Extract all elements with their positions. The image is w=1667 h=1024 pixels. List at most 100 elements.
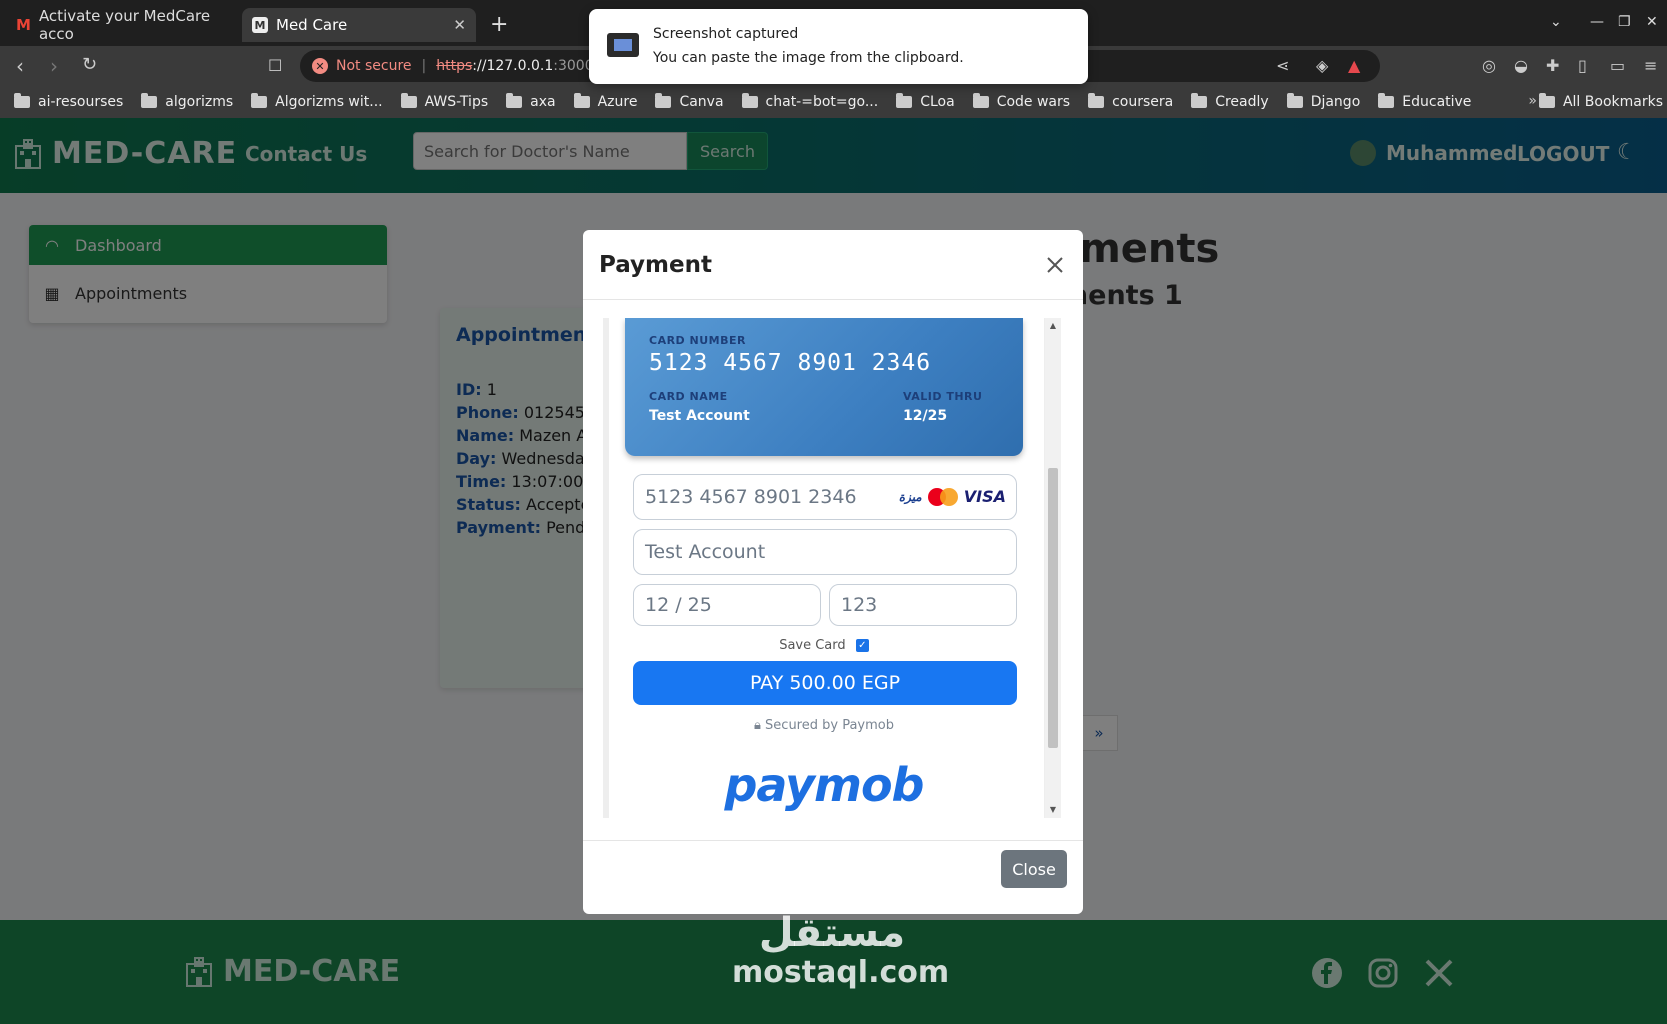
bookmark-label: AWS-Tips [424,94,489,110]
card-name-input[interactable]: Test Account [633,529,1017,575]
share-icon[interactable]: ⋖ [1276,56,1289,75]
bookmark-folder[interactable]: Code wars [972,93,1070,110]
browser-tab-gmail[interactable]: M Activate your MedCare acco [6,7,238,43]
folder-icon [972,93,989,108]
bookmark-folder[interactable]: Canva [655,93,724,110]
minimize-icon[interactable]: — [1590,14,1604,30]
bookmark-folder[interactable]: Algorizms wit... [251,93,383,110]
screenshot-icon [607,33,639,57]
modal-footer: Close [583,840,1083,914]
folder-icon [141,93,158,108]
new-tab-icon[interactable]: + [490,12,508,37]
gmail-icon: M [16,16,31,34]
reload-icon[interactable]: ↻ [82,54,97,75]
url-separator: | [421,58,427,74]
bookmark-label: algorizms [165,94,234,110]
secured-by-label: Secured by Paymob [765,718,894,733]
folder-icon [506,93,523,108]
bookmark-label: Azure [597,94,638,110]
mastercard-logo-icon [927,487,958,506]
back-icon[interactable]: ‹ [16,54,24,78]
notification-title: Screenshot captured [653,26,799,42]
close-button[interactable]: Close [1001,850,1067,888]
bookmark-folder[interactable]: Azure [573,93,638,110]
tab-label: Activate your MedCare acco [38,7,211,43]
bookmark-folder[interactable]: CLoa [896,93,955,110]
save-card-row: Save Card ✓ [603,638,1045,653]
brave-rewards-icon[interactable]: ▲ [1348,56,1360,75]
card-brands: ميزة VISA [899,487,1006,506]
paymob-iframe: CARD NUMBER 5123 4567 8901 2346 CARD NAM… [603,318,1045,818]
save-card-label: Save Card [779,638,846,653]
restore-icon[interactable]: ❐ [1618,14,1631,30]
valid-thru-label: VALID THRU [903,390,983,403]
window-close-icon[interactable]: ✕ [1646,14,1658,30]
bookmark-label: CLoa [920,94,955,110]
folder-icon [14,93,30,108]
brave-shield-icon[interactable]: ◈ [1316,56,1328,75]
paymob-logo: paymob [724,758,924,812]
save-card-checkbox[interactable]: ✓ [855,639,869,652]
mostaql-watermark: مستقل mostaql.com [732,910,949,990]
card-number-preview: 5123 4567 8901 2346 [649,350,932,376]
folder-icon [251,93,268,108]
expiry-value: 12 / 25 [645,594,712,616]
tab-close-icon[interactable]: ✕ [453,16,466,34]
card-name-label: CARD NAME [649,390,728,403]
meeza-logo-icon: ميزة [898,489,922,504]
folder-icon [741,93,758,108]
extension-icon-2[interactable]: ◒ [1514,56,1528,75]
bookmark-label: Canva [679,94,724,110]
bookmark-label: axa [530,94,556,110]
bookmark-folder[interactable]: Django [1286,93,1361,110]
bookmark-icon[interactable]: ☐ [268,56,282,75]
bookmark-label: chat-=bot=go... [765,94,879,110]
valid-thru-preview: 12/25 [903,408,948,424]
modal-header: Payment [583,230,1083,300]
extension-icon-1[interactable]: ◎ [1482,56,1496,75]
bookmark-folder[interactable]: Creadly [1191,93,1269,110]
bookmark-folder[interactable]: Educative [1378,93,1471,110]
medcare-favicon-icon: M [252,17,268,33]
card-number-label: CARD NUMBER [649,334,746,347]
all-bookmarks[interactable]: All Bookmarks [1538,86,1663,118]
url-host: ://127.0.0.1 [472,58,554,74]
forward-icon[interactable]: › [50,54,58,78]
folder-icon [1538,93,1555,108]
close-icon[interactable] [1043,253,1067,277]
wallet-icon[interactable]: ▭ [1610,56,1625,75]
scroll-down-icon[interactable]: ▼ [1045,802,1061,818]
bookmark-label: Django [1310,94,1361,110]
scroll-up-icon[interactable]: ▲ [1045,318,1061,334]
iframe-scrollbar[interactable]: ▲ ▼ [1045,318,1061,818]
secured-by: 🔒︎ Secured by Paymob [603,718,1045,733]
expiry-input[interactable]: 12 / 25 [633,584,821,626]
pay-button[interactable]: PAY 500.00 EGP [633,661,1017,705]
sidebar-toggle-icon[interactable]: ▯ [1578,56,1587,75]
scroll-thumb[interactable] [1048,468,1058,748]
tab-search-chevron-icon[interactable]: ⌄ [1550,14,1562,30]
folder-icon [1088,93,1105,108]
card-name-value: Test Account [645,541,766,563]
browser-tab-medcare[interactable]: M Med Care ✕ [242,8,476,42]
menu-icon[interactable]: ≡ [1644,56,1657,75]
bookmark-folder[interactable]: algorizms [141,93,234,110]
security-label: Not secure [336,58,412,74]
bookmark-folder[interactable]: AWS-Tips [400,93,489,110]
bookmark-folder[interactable]: axa [506,93,556,110]
card-number-value: 5123 4567 8901 2346 [645,486,857,508]
not-secure-icon: ✕ [312,58,328,74]
bookmark-folder[interactable]: chat-=bot=go... [741,93,879,110]
folder-icon [655,93,672,108]
screenshot-notification[interactable]: Screenshot captured You can paste the im… [589,9,1088,84]
lock-icon: 🔒︎ [753,718,761,733]
more-bookmarks-icon[interactable]: » [1528,93,1537,109]
card-name-preview: Test Account [649,408,750,424]
extensions-puzzle-icon[interactable]: ✚ [1546,56,1559,75]
card-number-input[interactable]: 5123 4567 8901 2346 ميزة VISA [633,474,1017,520]
bookmark-folder[interactable]: ai-resourses [14,93,123,110]
folder-icon [400,93,417,108]
cvv-input[interactable]: 123 [829,584,1017,626]
folder-icon [573,93,590,108]
bookmark-folder[interactable]: coursera [1088,93,1173,110]
